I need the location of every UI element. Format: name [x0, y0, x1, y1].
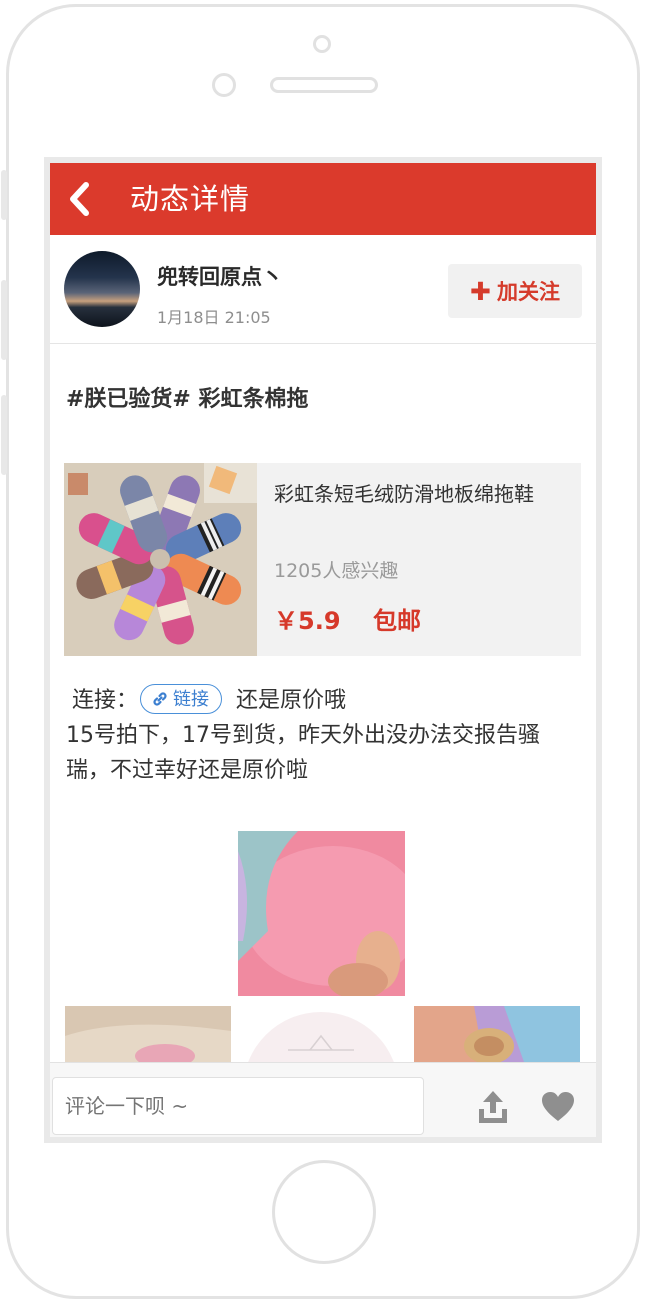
- product-shipping-badge: 包邮: [373, 607, 421, 635]
- product-price: ￥5.9: [274, 607, 341, 635]
- author-name[interactable]: 兜转回原点丶: [157, 261, 283, 291]
- link-button-label: 链接: [173, 688, 210, 710]
- header-bar: 动态详情: [50, 163, 596, 235]
- phone-home-button[interactable]: [272, 1160, 376, 1264]
- plus-icon: ✚: [470, 276, 491, 306]
- avatar[interactable]: [64, 251, 140, 327]
- product-image[interactable]: [64, 463, 257, 656]
- comment-input[interactable]: [52, 1077, 424, 1135]
- link-icon: [153, 692, 167, 706]
- screen: 动态详情 兜转回原点丶 1月18日 21:05 ✚ 加关注 #朕已验货# 彩虹条…: [44, 157, 602, 1143]
- product-card[interactable]: 彩虹条短毛绒防滑地板绵拖鞋 1205人感兴趣 ￥5.9 包邮: [64, 463, 581, 656]
- post-image-placeholder: [244, 1010, 398, 1062]
- post-image[interactable]: [65, 1006, 231, 1062]
- post-text-line1: 还是原价哦: [236, 688, 347, 713]
- link-button[interactable]: 链接: [140, 684, 223, 714]
- divider: [50, 343, 596, 344]
- page-title: 动态详情: [130, 182, 251, 216]
- follow-button[interactable]: ✚ 加关注: [448, 264, 582, 318]
- post-image[interactable]: [238, 831, 405, 996]
- phone-volume-up-button: [1, 280, 7, 360]
- app-viewport: 动态详情 兜转回原点丶 1月18日 21:05 ✚ 加关注 #朕已验货# 彩虹条…: [50, 163, 596, 1137]
- product-interest-count: 1205人感兴趣: [274, 560, 399, 582]
- heart-icon[interactable]: [541, 1091, 575, 1123]
- phone-sensor: [212, 73, 236, 97]
- post-timestamp: 1月18日 21:05: [157, 308, 271, 327]
- comment-bar: [50, 1062, 596, 1137]
- post-body: 连接： 链接 还是原价哦 15号拍下，17号到货，昨天外出没办法交报告骚瑞，不过幸好…: [66, 683, 581, 788]
- post-topic: #朕已验货# 彩虹条棉拖: [66, 387, 309, 412]
- share-icon[interactable]: [476, 1089, 510, 1125]
- post-text: 15号拍下，17号到货，昨天外出没办法交报告骚瑞，不过幸好还是原价啦: [66, 723, 540, 783]
- chevron-left-icon[interactable]: [64, 181, 94, 217]
- phone-side-button: [1, 170, 7, 220]
- post-image[interactable]: [414, 1006, 580, 1062]
- phone-camera: [313, 35, 331, 53]
- link-prefix: 连接：: [72, 688, 139, 713]
- phone-speaker: [270, 77, 378, 93]
- phone-volume-down-button: [1, 395, 7, 475]
- follow-button-label: 加关注: [496, 280, 560, 304]
- product-name: 彩虹条短毛绒防滑地板绵拖鞋: [274, 482, 534, 506]
